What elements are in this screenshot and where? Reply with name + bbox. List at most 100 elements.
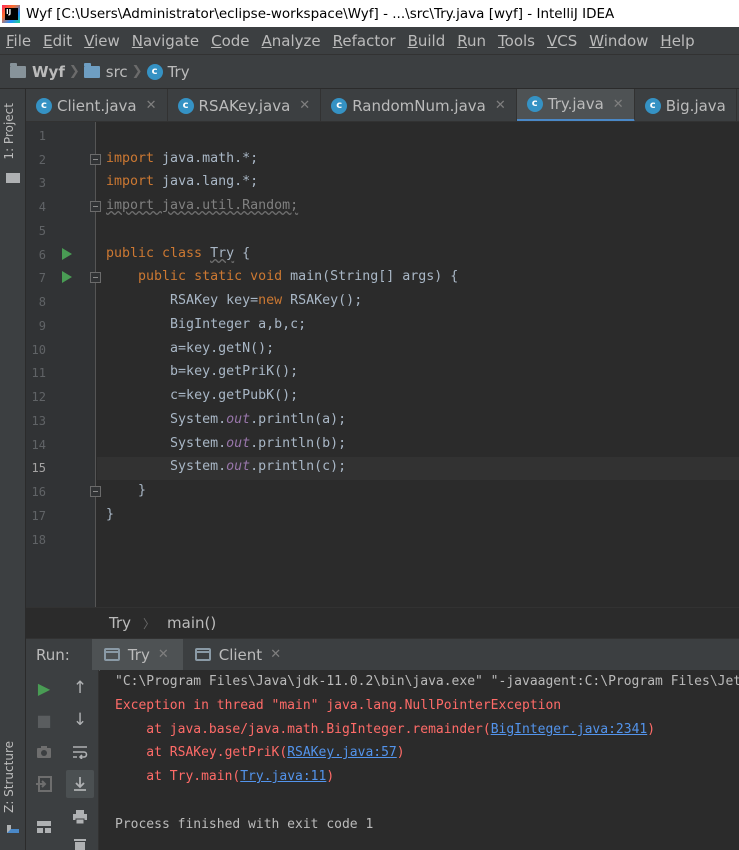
arrow-down-icon[interactable]: ↓ bbox=[66, 706, 94, 734]
class-icon: c bbox=[36, 97, 52, 114]
close-icon[interactable]: ✕ bbox=[613, 97, 624, 112]
run-panel-header: Run: Try ✕ Client ✕ bbox=[26, 638, 739, 671]
project-tool-tab-label: 1: Project bbox=[2, 103, 16, 160]
code-line: } bbox=[138, 483, 147, 498]
fold-marker-icon[interactable] bbox=[90, 486, 101, 497]
tab-label: Big.java bbox=[665, 96, 726, 115]
run-tab-try[interactable]: Try ✕ bbox=[91, 638, 183, 671]
class-icon: c bbox=[644, 97, 661, 114]
camera-icon[interactable] bbox=[30, 738, 58, 766]
menu-refactor[interactable]: Refactor bbox=[327, 32, 402, 50]
line-number: 14 bbox=[31, 438, 46, 452]
code-line: b=key.getPriK(); bbox=[170, 364, 299, 379]
menu-navigate[interactable]: Navigate bbox=[126, 32, 205, 50]
window-title-bar: Wyf [C:\Users\Administrator\eclipse-work… bbox=[0, 0, 739, 27]
arrow-up-icon[interactable]: ↑ bbox=[66, 674, 94, 702]
tab-randomnum-java[interactable]: c RandomNum.java ✕ bbox=[321, 89, 517, 121]
code-line-unused-import: import java.util.Random; bbox=[106, 198, 299, 213]
menu-vcs[interactable]: VCS bbox=[541, 32, 583, 50]
line-number: 5 bbox=[38, 224, 46, 238]
soft-wrap-icon[interactable] bbox=[66, 738, 94, 766]
run-tab-client[interactable]: Client ✕ bbox=[183, 639, 295, 671]
menu-code[interactable]: Code bbox=[205, 32, 255, 50]
stack-trace-link[interactable]: BigInteger.java:2341 bbox=[491, 722, 648, 737]
line-number: 3 bbox=[38, 176, 46, 190]
stack-trace-link[interactable]: Try.java:11 bbox=[240, 769, 326, 784]
menu-build[interactable]: Build bbox=[402, 32, 452, 50]
run-toolbar-primary: ▶ ■ bbox=[26, 670, 61, 850]
close-icon[interactable]: ✕ bbox=[146, 98, 157, 113]
left-tool-stripe: 1: Project Z: Structure bbox=[0, 89, 26, 850]
layout-icon[interactable] bbox=[30, 813, 58, 841]
line-number: 1 bbox=[38, 129, 46, 143]
stack-trace-line: at RSAKey.getPriK(RSAKey.java:57) bbox=[115, 745, 405, 760]
nav-file[interactable]: c Try bbox=[146, 63, 190, 81]
line-number: 6 bbox=[38, 248, 46, 262]
run-main-icon[interactable] bbox=[62, 271, 72, 283]
run-class-icon[interactable] bbox=[62, 248, 72, 260]
structure-icon[interactable] bbox=[7, 825, 19, 833]
chevron-right-icon: ❯ bbox=[68, 64, 80, 79]
print-icon[interactable] bbox=[66, 803, 94, 831]
structure-tool-tab[interactable]: Z: Structure bbox=[2, 741, 16, 813]
fold-marker-icon[interactable] bbox=[90, 201, 101, 212]
breadcrumb-class[interactable]: Try bbox=[109, 614, 131, 632]
stop-icon[interactable]: ■ bbox=[30, 706, 58, 734]
tab-rsakey-java[interactable]: c RSAKey.java ✕ bbox=[168, 89, 322, 121]
code-line: } bbox=[106, 507, 115, 522]
menu-bar: File Edit View Navigate Code Analyze Ref… bbox=[0, 27, 739, 54]
intellij-app-icon bbox=[2, 4, 20, 23]
close-icon[interactable]: ✕ bbox=[270, 647, 281, 662]
stack-trace-line: at java.base/java.math.BigInteger.remain… bbox=[115, 722, 656, 737]
menu-run[interactable]: Run bbox=[451, 32, 492, 50]
close-icon[interactable]: ✕ bbox=[299, 98, 310, 113]
code-line: c=key.getPubK(); bbox=[170, 388, 299, 403]
close-icon[interactable]: ✕ bbox=[495, 98, 506, 113]
project-tool-tab[interactable]: 1: Project bbox=[2, 103, 16, 160]
line-number: 16 bbox=[31, 485, 46, 499]
close-icon[interactable]: ✕ bbox=[158, 647, 169, 662]
rerun-icon[interactable]: ▶ bbox=[30, 674, 58, 702]
class-icon: c bbox=[331, 97, 348, 114]
line-number: 17 bbox=[31, 509, 46, 523]
window-title: Wyf [C:\Users\Administrator\eclipse-work… bbox=[26, 5, 615, 22]
fold-marker-icon[interactable] bbox=[90, 272, 101, 283]
menu-file[interactable]: File bbox=[0, 32, 37, 50]
menu-tools[interactable]: Tools bbox=[492, 32, 541, 50]
restore-layout-icon[interactable] bbox=[30, 770, 58, 798]
code-editor[interactable]: 1 2 3 4 5 6 7 8 9 10 11 12 13 14 15 16 1… bbox=[26, 122, 739, 607]
tab-label: Try.java bbox=[547, 95, 604, 113]
breadcrumb-method[interactable]: main() bbox=[167, 614, 216, 632]
menu-analyze[interactable]: Analyze bbox=[256, 32, 327, 50]
nav-project[interactable]: Wyf bbox=[10, 62, 65, 81]
line-number: 7 bbox=[38, 271, 46, 285]
chevron-right-icon: 〉 bbox=[143, 616, 156, 631]
class-icon: c bbox=[146, 63, 163, 80]
tab-client-java[interactable]: c Client.java ✕ bbox=[26, 89, 168, 121]
tab-try-java[interactable]: c Try.java ✕ bbox=[516, 89, 635, 121]
line-number: 2 bbox=[38, 153, 46, 167]
trash-icon[interactable] bbox=[66, 830, 94, 850]
navigation-bar: Wyf ❯ src ❯ c Try bbox=[0, 54, 739, 89]
menu-help[interactable]: Help bbox=[654, 32, 700, 50]
source-folder-icon bbox=[83, 62, 100, 78]
code-line: public static void main(String[] args) { bbox=[138, 269, 459, 284]
menu-window[interactable]: Window bbox=[583, 32, 654, 50]
nav-folder[interactable]: src bbox=[83, 62, 128, 81]
code-line: System.out.println(b); bbox=[170, 436, 347, 451]
console-finished-line: Process finished with exit code 1 bbox=[115, 817, 374, 832]
menu-view[interactable]: View bbox=[78, 32, 126, 50]
code-line: a=key.getN(); bbox=[170, 341, 275, 356]
stack-trace-link[interactable]: RSAKey.java:57 bbox=[287, 745, 397, 760]
fold-marker-icon[interactable] bbox=[90, 154, 101, 165]
tab-big-java[interactable]: c Big.java bbox=[635, 89, 737, 121]
line-number-current: 15 bbox=[31, 461, 46, 475]
console-icon bbox=[103, 648, 120, 661]
menu-edit[interactable]: Edit bbox=[37, 32, 78, 50]
scroll-to-end-icon[interactable] bbox=[66, 770, 94, 798]
line-number: 9 bbox=[38, 319, 46, 333]
run-console-output[interactable]: "C:\Program Files\Java\jdk-11.0.2\bin\ja… bbox=[100, 670, 739, 850]
nav-project-label: Wyf bbox=[32, 62, 65, 81]
project-folder-icon[interactable] bbox=[6, 173, 20, 183]
class-icon: c bbox=[526, 96, 543, 112]
